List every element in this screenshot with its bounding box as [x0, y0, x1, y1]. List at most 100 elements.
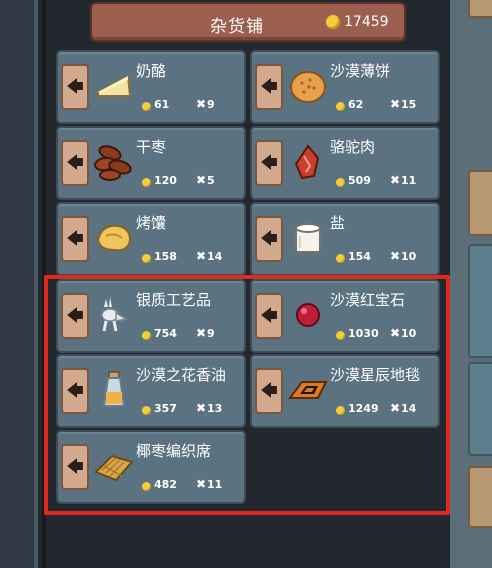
times-icon: ✖	[196, 326, 207, 340]
item-price: 1030	[348, 327, 379, 340]
coin-icon	[336, 331, 345, 340]
shop-title: 杂货铺	[210, 17, 264, 37]
coin-icon	[336, 178, 345, 187]
times-icon: ✖	[390, 173, 401, 187]
item-quantity: 15	[401, 98, 417, 111]
item-name: 烤馕	[136, 214, 167, 232]
right-panel-edge	[450, 0, 492, 568]
item-quantity: 11	[207, 478, 223, 491]
shop-item-card[interactable]: 🡄 银质工艺品 754 ✖ 9	[56, 279, 246, 353]
sell-arrow-button[interactable]: 🡄	[255, 293, 283, 339]
carpet-icon	[288, 381, 328, 399]
gold-amount: 17459	[344, 14, 389, 30]
coin-icon	[142, 406, 151, 415]
flatbread-icon	[290, 71, 326, 103]
shop-item-card[interactable]: 🡄 奶酪 61 ✖ 9	[56, 50, 246, 124]
coin-icon	[142, 254, 151, 263]
arrow-left-icon: 🡄	[260, 228, 278, 249]
side-button[interactable]	[468, 0, 492, 18]
coin-icon	[336, 254, 345, 263]
sell-arrow-button[interactable]: 🡄	[61, 368, 89, 414]
coin-icon	[142, 178, 151, 187]
cheese-icon	[97, 74, 132, 97]
arrow-left-icon: 🡄	[66, 456, 84, 477]
arrow-left-icon: 🡄	[66, 152, 84, 173]
item-price: 357	[154, 402, 177, 415]
item-quantity: 14	[401, 402, 417, 415]
gold-coin-icon	[326, 15, 340, 29]
item-price: 1249	[348, 402, 379, 415]
dates-icon	[94, 145, 132, 181]
arrow-left-icon: 🡄	[260, 380, 278, 401]
sell-arrow-button[interactable]: 🡄	[61, 216, 89, 262]
arrow-left-icon: 🡄	[66, 76, 84, 97]
ruby-icon	[296, 303, 320, 327]
item-name: 沙漠薄饼	[330, 62, 391, 80]
arrow-left-icon: 🡄	[260, 152, 278, 173]
item-name: 骆驼肉	[330, 138, 376, 156]
perfume-oil-icon	[102, 371, 126, 407]
item-price: 62	[348, 98, 364, 111]
coin-icon	[142, 102, 151, 111]
side-button[interactable]	[468, 466, 492, 528]
item-price: 754	[154, 327, 177, 340]
coin-icon	[142, 482, 151, 491]
item-quantity: 11	[401, 174, 417, 187]
coin-icon	[142, 331, 151, 340]
sell-arrow-button[interactable]: 🡄	[255, 216, 283, 262]
item-name: 沙漠红宝石	[330, 291, 406, 309]
item-price: 154	[348, 250, 371, 263]
item-price: 120	[154, 174, 177, 187]
arrow-left-icon: 🡄	[66, 228, 84, 249]
item-quantity: 13	[207, 402, 223, 415]
sell-arrow-button[interactable]: 🡄	[61, 64, 89, 110]
times-icon: ✖	[390, 97, 401, 111]
shop-item-card[interactable]: 🡄 干枣 120 ✖ 5	[56, 126, 246, 200]
item-name: 奶酪	[136, 62, 167, 80]
shop-item-card[interactable]: 🡄 骆驼肉 509 ✖ 11	[250, 126, 440, 200]
times-icon: ✖	[196, 97, 207, 111]
item-quantity: 10	[401, 250, 417, 263]
coin-icon	[336, 406, 345, 415]
item-price: 482	[154, 478, 177, 491]
shop-item-card[interactable]: 🡄 沙漠薄饼 62 ✖ 15	[250, 50, 440, 124]
side-button[interactable]	[468, 170, 492, 236]
shop-item-card[interactable]: 🡄 沙漠星辰地毯 1249 ✖ 14	[250, 354, 440, 428]
left-panel-edge	[0, 0, 38, 568]
sell-arrow-button[interactable]: 🡄	[61, 444, 89, 490]
times-icon: ✖	[196, 477, 207, 491]
item-name: 银质工艺品	[136, 291, 212, 309]
shop-item-card[interactable]: 🡄 椰枣编织席 482 ✖ 11	[56, 430, 246, 504]
shop-item-card[interactable]: 🡄 沙漠红宝石 1030 ✖ 10	[250, 279, 440, 353]
item-price: 158	[154, 250, 177, 263]
side-button[interactable]	[468, 362, 492, 456]
side-button[interactable]	[468, 244, 492, 358]
item-quantity: 14	[207, 250, 223, 263]
shop-item-card[interactable]: 🡄 烤馕 158 ✖ 14	[56, 202, 246, 276]
sell-arrow-button[interactable]: 🡄	[255, 368, 283, 414]
times-icon: ✖	[196, 249, 207, 263]
shop-title-bar: 杂货铺 17459	[90, 2, 406, 42]
item-quantity: 9	[207, 98, 215, 111]
item-name: 沙漠之花香油	[136, 366, 227, 384]
times-icon: ✖	[196, 173, 207, 187]
sell-arrow-button[interactable]: 🡄	[255, 64, 283, 110]
item-name: 干枣	[136, 138, 167, 156]
item-name: 椰枣编织席	[136, 442, 212, 460]
item-quantity: 5	[207, 174, 215, 187]
times-icon: ✖	[390, 401, 401, 415]
item-price: 61	[154, 98, 170, 111]
times-icon: ✖	[390, 326, 401, 340]
sell-arrow-button[interactable]: 🡄	[61, 140, 89, 186]
palm-mat-icon	[94, 454, 134, 482]
shop-item-card[interactable]: 🡄 沙漠之花香油 357 ✖ 13	[56, 354, 246, 428]
times-icon: ✖	[196, 401, 207, 415]
salt-icon	[295, 223, 321, 253]
naan-icon	[96, 224, 132, 252]
shop-item-card[interactable]: 🡄 盐 154 ✖ 10	[250, 202, 440, 276]
silver-crafts-icon	[101, 297, 129, 332]
sell-arrow-button[interactable]: 🡄	[61, 293, 89, 339]
arrow-left-icon: 🡄	[66, 380, 84, 401]
sell-arrow-button[interactable]: 🡄	[255, 140, 283, 186]
item-price: 509	[348, 174, 371, 187]
